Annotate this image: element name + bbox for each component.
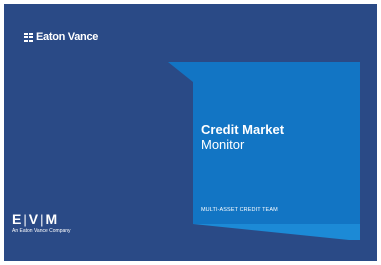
title-line-1: Credit Market bbox=[201, 122, 285, 137]
eaton-vance-grid-icon bbox=[24, 32, 33, 43]
shape-lower-tail bbox=[193, 224, 360, 240]
title-line-2: Monitor bbox=[201, 137, 245, 152]
evm-logo: E|V|M An Eaton Vance Company bbox=[12, 212, 71, 235]
eaton-vance-logo: Eaton Vance bbox=[24, 32, 98, 43]
cover-panel: Eaton Vance Credit Market Monitor MULTI-… bbox=[4, 4, 377, 261]
evm-mark: E|V|M bbox=[12, 211, 59, 227]
evm-tagline: An Eaton Vance Company bbox=[12, 228, 71, 234]
report-title: Credit Market Monitor bbox=[201, 122, 361, 152]
team-label: MULTI-ASSET CREDIT TEAM bbox=[201, 207, 278, 213]
brand-name: Eaton Vance bbox=[36, 31, 99, 43]
page: Eaton Vance Credit Market Monitor MULTI-… bbox=[0, 0, 381, 265]
